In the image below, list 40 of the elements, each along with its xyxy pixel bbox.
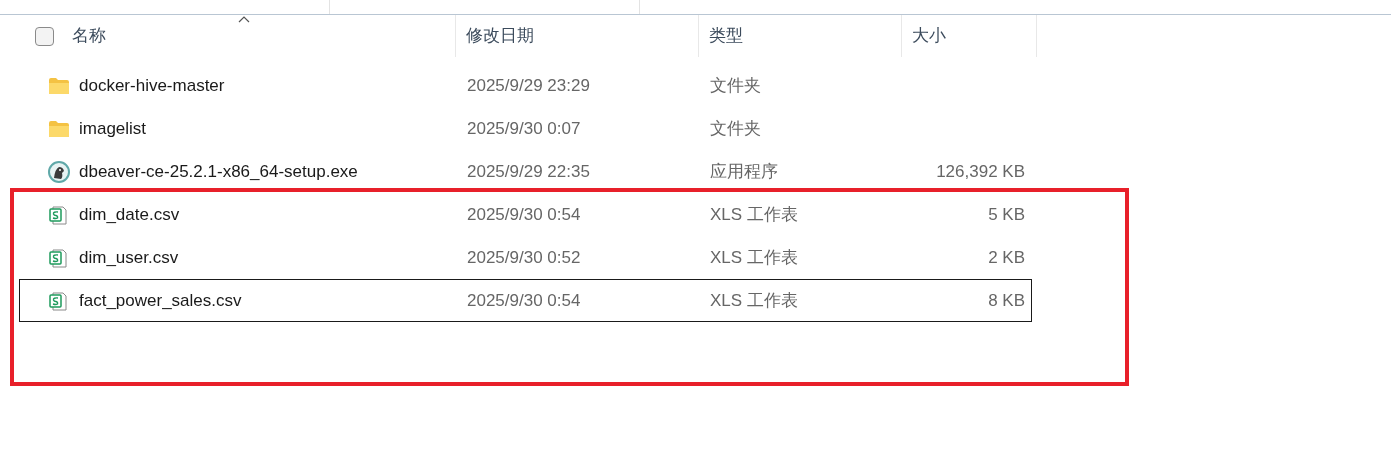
file-type: 文件夹 (710, 74, 762, 97)
column-header[interactable]: 大小 (902, 15, 1037, 57)
column-header[interactable]: 名称 (19, 15, 456, 57)
modified-date: 2025/9/29 22:35 (467, 160, 591, 183)
file-row[interactable]: docker-hive-master 2025/9/29 23:29 文件夹 (19, 64, 1032, 107)
file-size: 126,392 KB (936, 160, 1025, 183)
file-name: docker-hive-master (79, 74, 226, 97)
file-type: XLS 工作表 (710, 289, 799, 312)
file-type: 文件夹 (710, 117, 762, 140)
file-type: XLS 工作表 (710, 246, 799, 269)
modified-date: 2025/9/30 0:54 (467, 203, 582, 226)
file-size: 5 KB (988, 203, 1025, 226)
spreadsheet-icon (48, 289, 68, 312)
modified-date: 2025/9/30 0:54 (467, 289, 582, 312)
file-name: dim_date.csv (79, 203, 181, 226)
select-all-checkbox[interactable] (35, 26, 54, 46)
spreadsheet-icon (48, 203, 68, 226)
file-row[interactable]: dim_date.csv 2025/9/30 0:54 XLS 工作表 5 KB (19, 193, 1032, 236)
spreadsheet-icon (48, 246, 68, 269)
file-type: 应用程序 (710, 160, 779, 183)
file-row[interactable]: fact_power_sales.csv 2025/9/30 0:54 XLS 工作表 8 KB (19, 279, 1032, 322)
folder-icon (48, 119, 70, 138)
modified-date: 2025/9/29 23:29 (467, 74, 591, 97)
folder-icon (48, 76, 70, 95)
file-name: imagelist (79, 117, 148, 140)
file-name: fact_power_sales.csv (79, 289, 243, 312)
sort-caret-icon (238, 16, 250, 23)
file-name: dbeaver-ce-25.2.1-x86_64-setup.exe (79, 160, 359, 183)
file-size: 8 KB (988, 289, 1025, 312)
modified-date: 2025/9/30 0:52 (467, 246, 582, 269)
file-row[interactable]: dbeaver-ce-25.2.1-x86_64-setup.exe 2025/9/29 22:35 应用程序 126,392 KB (19, 150, 1032, 193)
file-size: 2 KB (988, 246, 1025, 269)
file-type: XLS 工作表 (710, 203, 799, 226)
app-icon (48, 160, 70, 183)
column-header[interactable]: 类型 (699, 15, 902, 57)
file-name: dim_user.csv (79, 246, 180, 269)
file-row[interactable]: imagelist 2025/9/30 0:07 文件夹 (19, 107, 1032, 150)
modified-date: 2025/9/30 0:07 (467, 117, 582, 140)
column-header[interactable]: 修改日期 (456, 15, 699, 57)
file-row[interactable]: dim_user.csv 2025/9/30 0:52 XLS 工作表 2 KB (19, 236, 1032, 279)
